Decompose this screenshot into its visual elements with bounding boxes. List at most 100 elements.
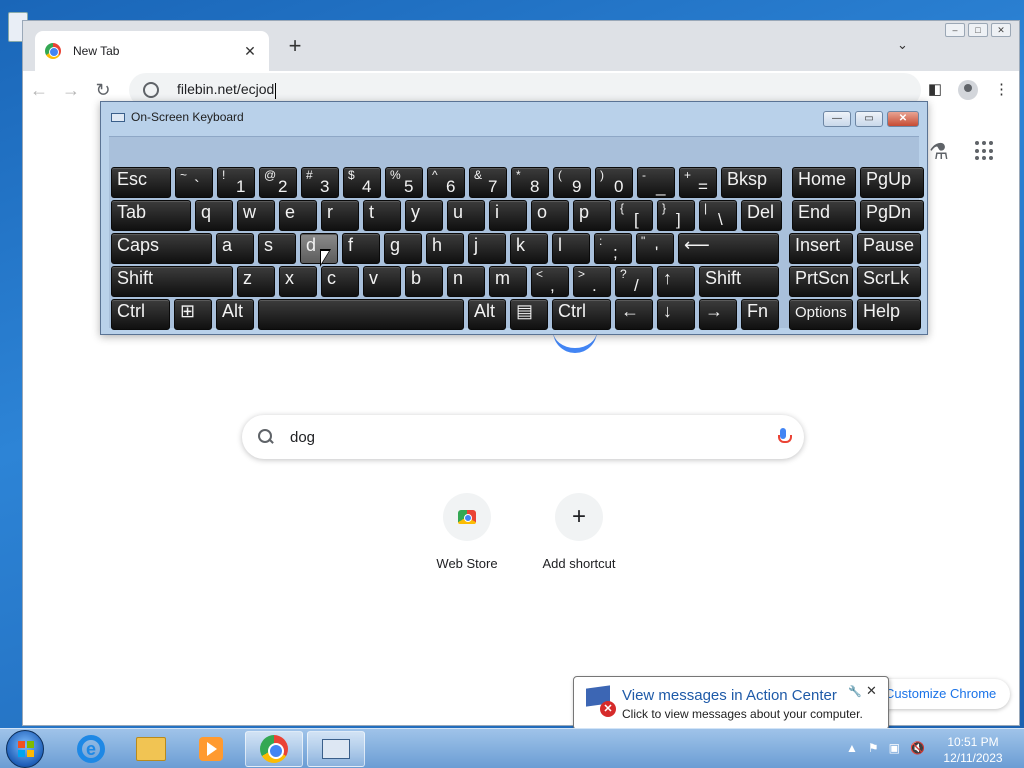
osk-key-→[interactable]: → (699, 299, 737, 330)
osk-key-?/[interactable]: ? / (615, 266, 653, 297)
back-icon[interactable]: ← (23, 80, 55, 101)
action-center-balloon[interactable]: ✕ View messages in Action Center Click t… (573, 676, 889, 730)
taskbar-explorer[interactable] (122, 731, 180, 767)
clock[interactable]: 10:51 PM 12/11/2023 (936, 734, 1010, 766)
osk-key-j[interactable]: j (468, 233, 506, 264)
url-text[interactable]: filebin.net/ecjod (177, 81, 276, 98)
osk-key-bksp[interactable]: Bksp (721, 167, 782, 198)
osk-key-pause[interactable]: Pause (857, 233, 921, 264)
osk-key-v[interactable]: v (363, 266, 401, 297)
osk-maximize-button[interactable]: ▭ (855, 111, 883, 127)
osk-key-n[interactable]: n (447, 266, 485, 297)
mic-icon[interactable] (778, 428, 792, 446)
osk-key->.[interactable]: >. (573, 266, 611, 297)
osk-key-alt[interactable]: Alt (468, 299, 506, 330)
osk-key-f[interactable]: f (342, 233, 380, 264)
osk-key-l[interactable]: l (552, 233, 590, 264)
osk-key-%5[interactable]: % 5 (385, 167, 423, 198)
osk-key-+=[interactable]: + = (679, 167, 717, 198)
osk-key-fn[interactable]: Fn (741, 299, 779, 330)
osk-key-scrlk[interactable]: ScrLk (857, 266, 921, 297)
customize-chrome-button[interactable]: Customize Chrome (871, 679, 1011, 709)
osk-key-d[interactable]: d (300, 233, 338, 264)
balloon-close-button[interactable]: ✕ (866, 683, 877, 699)
osk-key-<,[interactable]: <, (531, 266, 569, 297)
osk-key-c[interactable]: c (321, 266, 359, 297)
osk-key-s[interactable]: s (258, 233, 296, 264)
osk-key-@2[interactable]: @2 (259, 167, 297, 198)
apps-icon[interactable] (975, 141, 995, 161)
show-hidden-icons-icon[interactable]: ▲ (846, 741, 858, 755)
osk-key-←[interactable]: ← (615, 299, 653, 330)
osk-key-⊞[interactable]: ⊞ (174, 299, 212, 330)
volume-muted-icon[interactable]: 🔇 (910, 741, 925, 755)
osk-key-{[[interactable]: {[ (615, 200, 653, 231)
osk-key-pgdn[interactable]: PgDn (860, 200, 924, 231)
osk-close-button[interactable]: ✕ (887, 111, 919, 127)
osk-key-insert[interactable]: Insert (789, 233, 853, 264)
osk-key-)0[interactable]: ) 0 (595, 167, 633, 198)
osk-key-options[interactable]: Options (789, 299, 853, 330)
osk-key-end[interactable]: End (792, 200, 856, 231)
osk-key-a[interactable]: a (216, 233, 254, 264)
flask-icon[interactable]: ⚗ (929, 139, 949, 165)
new-tab-button[interactable]: + (285, 35, 305, 59)
network-icon[interactable]: ▣ (889, 741, 900, 755)
wrench-icon[interactable]: 🔧 (848, 685, 862, 698)
tab-close-button[interactable]: ✕ (241, 43, 259, 60)
osk-key-▤[interactable]: ▤ (510, 299, 548, 330)
osk-key-home[interactable]: Home (792, 167, 856, 198)
osk-minimize-button[interactable]: — (823, 111, 851, 127)
osk-key-|\[interactable]: | \ (699, 200, 737, 231)
start-button[interactable] (6, 730, 44, 768)
osk-key-e[interactable]: e (279, 200, 317, 231)
osk-key-k[interactable]: k (510, 233, 548, 264)
osk-key-x[interactable]: x (279, 266, 317, 297)
osk-key-ctrl[interactable]: Ctrl (552, 299, 611, 330)
balloon-heading[interactable]: View messages in Action Center (622, 687, 837, 704)
reload-icon[interactable]: ↻ (87, 80, 119, 101)
osk-key-m[interactable]: m (489, 266, 527, 297)
close-window-button[interactable]: ✕ (991, 23, 1011, 37)
osk-key-$4[interactable]: $4 (343, 167, 381, 198)
osk-key-(9[interactable]: (9 (553, 167, 591, 198)
osk-key-t[interactable]: t (363, 200, 401, 231)
osk-key-g[interactable]: g (384, 233, 422, 264)
osk-key-q[interactable]: q (195, 200, 233, 231)
osk-key-z[interactable]: z (237, 266, 275, 297)
osk-key-tab[interactable]: Tab (111, 200, 191, 231)
osk-key-*8[interactable]: * 8 (511, 167, 549, 198)
osk-key-i[interactable]: i (489, 200, 527, 231)
osk-key-shift[interactable]: Shift (111, 266, 233, 297)
osk-key-esc[interactable]: Esc (111, 167, 171, 198)
osk-key-shift[interactable]: Shift (699, 266, 779, 297)
shortcut-add[interactable]: + Add shortcut (523, 493, 635, 571)
search-input[interactable]: dog (290, 429, 778, 446)
taskbar-media-player[interactable] (182, 731, 240, 767)
minimize-button[interactable]: – (945, 23, 965, 37)
osk-key-h[interactable]: h (426, 233, 464, 264)
forward-icon[interactable]: → (55, 80, 87, 101)
osk-key--_[interactable]: - _ (637, 167, 675, 198)
osk-key-del[interactable]: Del (741, 200, 782, 231)
osk-key-r[interactable]: r (321, 200, 359, 231)
osk-key-^6[interactable]: ^ 6 (427, 167, 465, 198)
osk-key-pgup[interactable]: PgUp (860, 167, 924, 198)
osk-key-#3[interactable]: #3 (301, 167, 339, 198)
osk-key-~`[interactable]: ~ ` (175, 167, 213, 198)
osk-key-alt[interactable]: Alt (216, 299, 254, 330)
profile-avatar[interactable] (958, 80, 978, 100)
shortcut-web-store[interactable]: Web Store (411, 493, 523, 571)
osk-key-o[interactable]: o (531, 200, 569, 231)
osk-key-↑[interactable]: ↑ (657, 266, 695, 297)
taskbar-chrome[interactable] (245, 731, 303, 767)
taskbar-ie[interactable]: e (62, 731, 120, 767)
osk-titlebar[interactable]: On-Screen Keyboard (101, 102, 927, 132)
osk-key-y[interactable]: y (405, 200, 443, 231)
osk-key-ctrl[interactable]: Ctrl (111, 299, 170, 330)
maximize-button[interactable]: □ (968, 23, 988, 37)
osk-key-p[interactable]: p (573, 200, 611, 231)
taskbar-osk[interactable] (307, 731, 365, 767)
osk-key-:;[interactable]: :; (594, 233, 632, 264)
action-center-tray-icon[interactable]: ⚑ (868, 741, 879, 755)
